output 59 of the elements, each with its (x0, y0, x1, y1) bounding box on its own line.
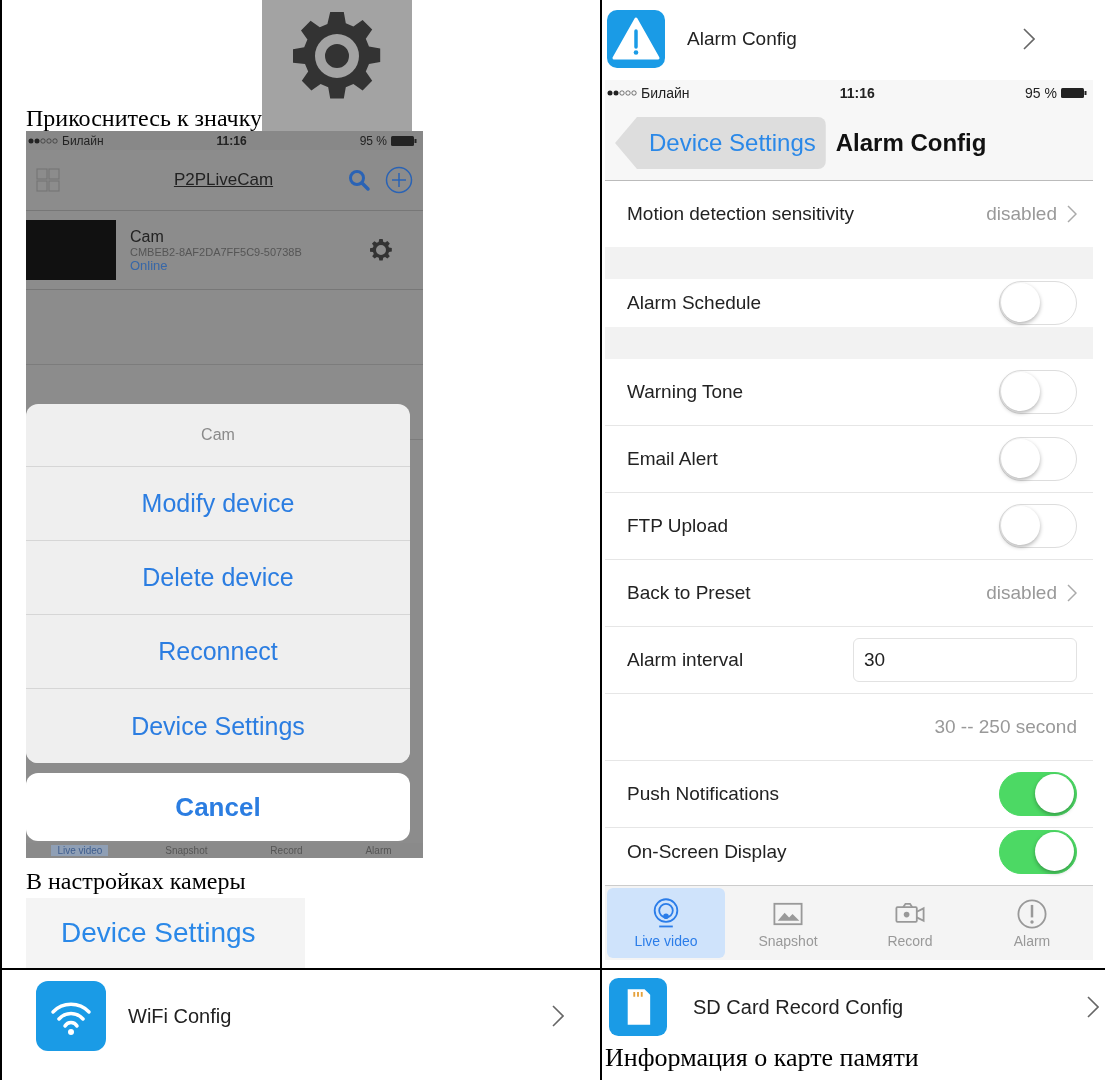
instruction-text: Прикоснитесь к значку (26, 104, 262, 131)
gear-icon[interactable] (369, 238, 393, 262)
toggle-switch[interactable] (999, 370, 1077, 414)
warning-icon (607, 10, 665, 68)
setting-label: Back to Preset (627, 582, 751, 604)
tab[interactable]: Record (851, 888, 969, 958)
battery-text: 95 % (1025, 85, 1057, 101)
app-title: P2PLiveCam (172, 170, 275, 190)
time-text: 11:16 (839, 85, 875, 101)
toggle-switch[interactable] (999, 437, 1077, 481)
toggle-switch[interactable] (999, 504, 1077, 548)
instruction-text: В настройках камеры (26, 867, 247, 895)
sd-card-icon (609, 978, 667, 1036)
time-text: 11:16 (216, 133, 247, 148)
setting-label: Email Alert (627, 448, 718, 470)
range-hint: 30 -- 250 second (934, 716, 1077, 738)
toggle-switch[interactable] (999, 830, 1077, 874)
add-icon[interactable] (385, 166, 413, 194)
setting-value[interactable]: disabled (986, 203, 1057, 225)
wifi-icon (36, 981, 106, 1051)
carrier-text: Билайн (641, 85, 690, 101)
setting-label: FTP Upload (627, 515, 729, 537)
menu-item[interactable]: SD Card Record Config (605, 970, 1105, 1040)
signal-icon (28, 137, 58, 144)
search-icon[interactable] (347, 168, 371, 192)
instruction-text: Информация о карте памяти (605, 1044, 920, 1073)
menu-item[interactable]: WiFi Config (26, 970, 600, 1062)
tab[interactable]: Snapshot (729, 888, 847, 958)
setting-label: On-Screen Display (627, 841, 787, 863)
setting-label: Motion detection sensitivity (627, 203, 855, 225)
setting-label: Push Notifications (627, 783, 780, 805)
device-status: Online (130, 257, 169, 273)
setting-label: Alarm Schedule (627, 292, 762, 314)
tab-label[interactable]: Live video (51, 844, 109, 856)
device-settings-button[interactable]: Device Settings (26, 898, 305, 968)
menu-item[interactable]: Alarm Config (605, 0, 1105, 80)
screen-title: Alarm Config (835, 129, 987, 157)
exclamation-icon (1015, 897, 1049, 931)
signal-icon (607, 90, 637, 96)
battery-text: 95 % (359, 133, 387, 148)
cancel-button[interactable]: Cancel (26, 773, 410, 841)
carrier-text: Билайн (62, 133, 104, 148)
chevron-icon (1067, 205, 1077, 223)
toggle-switch[interactable] (999, 281, 1077, 325)
chevron-icon (552, 1005, 564, 1027)
chevron-icon (1067, 584, 1077, 602)
setting-label: Alarm interval (627, 649, 744, 671)
tab[interactable]: Live video (607, 888, 725, 958)
toggle-switch[interactable] (999, 772, 1077, 816)
tab[interactable]: Alarm (973, 888, 1091, 958)
device-name: Cam (130, 227, 165, 246)
chevron-icon (1087, 996, 1099, 1018)
back-button[interactable]: Device Settings (615, 117, 826, 169)
battery-icon (391, 135, 417, 146)
setting-label: Warning Tone (627, 381, 744, 403)
chevron-icon (1023, 28, 1035, 50)
setting-value[interactable]: disabled (986, 582, 1057, 604)
interval-input[interactable]: 30 (853, 638, 1077, 682)
battery-icon (1061, 88, 1087, 98)
